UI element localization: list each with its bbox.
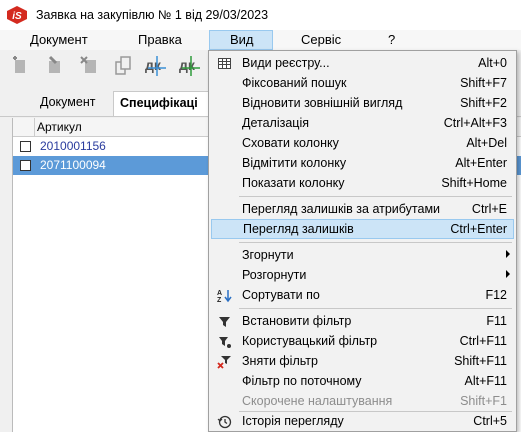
menu-item-label: Показати колонку [242, 176, 345, 190]
dk-text: дк [145, 57, 162, 73]
menu-item-hide-column[interactable]: Сховати колонку Alt+Del [211, 133, 514, 153]
menu-item-remove-filter[interactable]: Зняти фільтр Shift+F11 [211, 351, 514, 371]
menu-item-collapse[interactable]: Згорнути [211, 245, 514, 265]
menu-item-mark-column[interactable]: Відмітити колонку Alt+Enter [211, 153, 514, 173]
menu-item-label: Деталізація [242, 116, 309, 130]
filter-icon [219, 317, 230, 327]
delete-doc-icon[interactable] [78, 54, 100, 78]
menu-item-expand[interactable]: Розгорнути [211, 265, 514, 285]
debit-credit-icon[interactable]: дк [144, 54, 170, 78]
menu-separator [239, 196, 512, 197]
submenu-arrow-icon [506, 250, 510, 258]
menu-item-label: Згорнути [242, 248, 294, 262]
svg-text:Z: Z [217, 297, 222, 303]
menu-item-shortcut: Shift+F11 [454, 354, 507, 368]
menu-item-sort-by[interactable]: A Z Сортувати по F12 [211, 285, 514, 305]
row-checkbox[interactable] [20, 141, 31, 152]
menu-item-fixed-search[interactable]: Фіксований пошук Shift+F7 [211, 73, 514, 93]
menu-help[interactable]: ? [388, 30, 395, 50]
menu-item-shortcut: Shift+F7 [460, 76, 507, 90]
menu-edit[interactable]: Правка [138, 30, 182, 50]
menu-item-label: Перегляд залишків за атрибутами [242, 202, 441, 216]
article-cell[interactable]: 2010001156 [40, 139, 106, 153]
dk-text-green: дк [179, 57, 196, 73]
add-doc-icon[interactable] [10, 54, 32, 78]
menu-item-label: Сортувати по [242, 288, 320, 302]
menu-item-label: Фіксований пошук [242, 76, 347, 90]
menu-item-stock-by-attributes[interactable]: Перегляд залишків за атрибутами Ctrl+E [211, 199, 514, 219]
menu-item-view-history[interactable]: Історія перегляду Ctrl+5 [211, 411, 514, 431]
menu-item-shortcut: F12 [485, 288, 507, 302]
debit-credit-green-icon[interactable]: дк [178, 54, 204, 78]
article-cell[interactable]: 2071100094 [40, 158, 106, 172]
remove-filter-icon [217, 356, 231, 369]
menu-service[interactable]: Сервіс [301, 30, 341, 50]
menu-item-shortcut: Shift+F1 [460, 394, 507, 408]
menu-item-filter-current[interactable]: Фільтр по поточному Alt+F11 [211, 371, 514, 391]
menu-item-label: Відновити зовнішній вигляд [242, 96, 403, 110]
view-menu-dropdown: Види реєстру... Alt+0 Фіксований пошук S… [208, 50, 517, 432]
svg-text:A: A [217, 290, 222, 297]
sort-az-icon: A Z [217, 290, 232, 303]
row-checkbox[interactable] [20, 160, 31, 171]
tab-specification[interactable]: Специфікаці [113, 91, 213, 116]
menu-separator [239, 308, 512, 309]
custom-filter-icon [219, 337, 231, 348]
menu-item-shortcut: Shift+Home [441, 176, 507, 190]
menu-item-shortcut: Alt+0 [478, 56, 507, 70]
menu-item-label: Зняти фільтр [242, 354, 318, 368]
menu-item-shortcut: Shift+F2 [460, 96, 507, 110]
menu-item-shortcut: Alt+Enter [455, 156, 507, 170]
history-icon [217, 415, 232, 429]
menu-item-set-filter[interactable]: Встановити фільтр F11 [211, 311, 514, 331]
tab-document[interactable]: Документ [40, 91, 95, 116]
menu-item-label: Перегляд залишків [243, 222, 354, 236]
menu-item-shortcut: Ctrl+Alt+F3 [443, 116, 507, 130]
menu-item-shortcut: Alt+Del [466, 136, 507, 150]
menu-item-view-stock[interactable]: Перегляд залишків Ctrl+Enter [211, 219, 514, 239]
menu-item-label: Користувацький фільтр [242, 334, 378, 348]
column-separator [34, 118, 35, 136]
menu-item-shortcut: Ctrl+F11 [459, 334, 507, 348]
window-title: Заявка на закупівлю № 1 від 29/03/2023 [36, 8, 269, 22]
menu-item-label: Розгорнути [242, 268, 307, 282]
menu-item-label: Історія перегляду [242, 414, 344, 428]
app-logo-icon: iS [7, 6, 27, 24]
menu-item-restore-appearance[interactable]: Відновити зовнішній вигляд Shift+F2 [211, 93, 514, 113]
menu-item-label: Встановити фільтр [242, 314, 352, 328]
menu-item-label: Види реєстру... [242, 56, 330, 70]
menu-item-label: Фільтр по поточному [242, 374, 362, 388]
menu-item-shortcut: Alt+F11 [464, 374, 508, 388]
menu-item-label: Скорочене налаштування [242, 394, 393, 408]
menu-item-show-column[interactable]: Показати колонку Shift+Home [211, 173, 514, 193]
menu-item-shortcut: Ctrl+E [471, 202, 507, 216]
menu-document[interactable]: Документ [30, 30, 88, 50]
menu-separator [239, 242, 512, 243]
column-header-article[interactable]: Артикул [37, 120, 82, 134]
submenu-arrow-icon [506, 270, 510, 278]
copy-doc-icon[interactable] [112, 54, 134, 78]
menu-item-shortcut: Ctrl+Enter [450, 222, 507, 236]
menu-item-shortcut: Ctrl+5 [473, 414, 507, 428]
menu-item-registry-views[interactable]: Види реєстру... Alt+0 [211, 53, 514, 73]
app-logo-text: iS [12, 11, 22, 22]
menu-item-detailing[interactable]: Деталізація Ctrl+Alt+F3 [211, 113, 514, 133]
menu-bar: Документ Правка Вид Сервіс ? [0, 30, 521, 50]
menu-item-custom-filter[interactable]: Користувацький фільтр Ctrl+F11 [211, 331, 514, 351]
title-bar: iS Заявка на закупівлю № 1 від 29/03/202… [0, 0, 521, 30]
edit-doc-icon[interactable] [44, 54, 66, 78]
menu-item-label: Сховати колонку [242, 136, 339, 150]
menu-item-label: Відмітити колонку [242, 156, 347, 170]
menu-view[interactable]: Вид [209, 30, 273, 50]
menu-item-quick-settings: Скорочене налаштування Shift+F1 [211, 391, 514, 411]
menu-item-shortcut: F11 [486, 314, 507, 328]
table-icon [218, 58, 231, 69]
